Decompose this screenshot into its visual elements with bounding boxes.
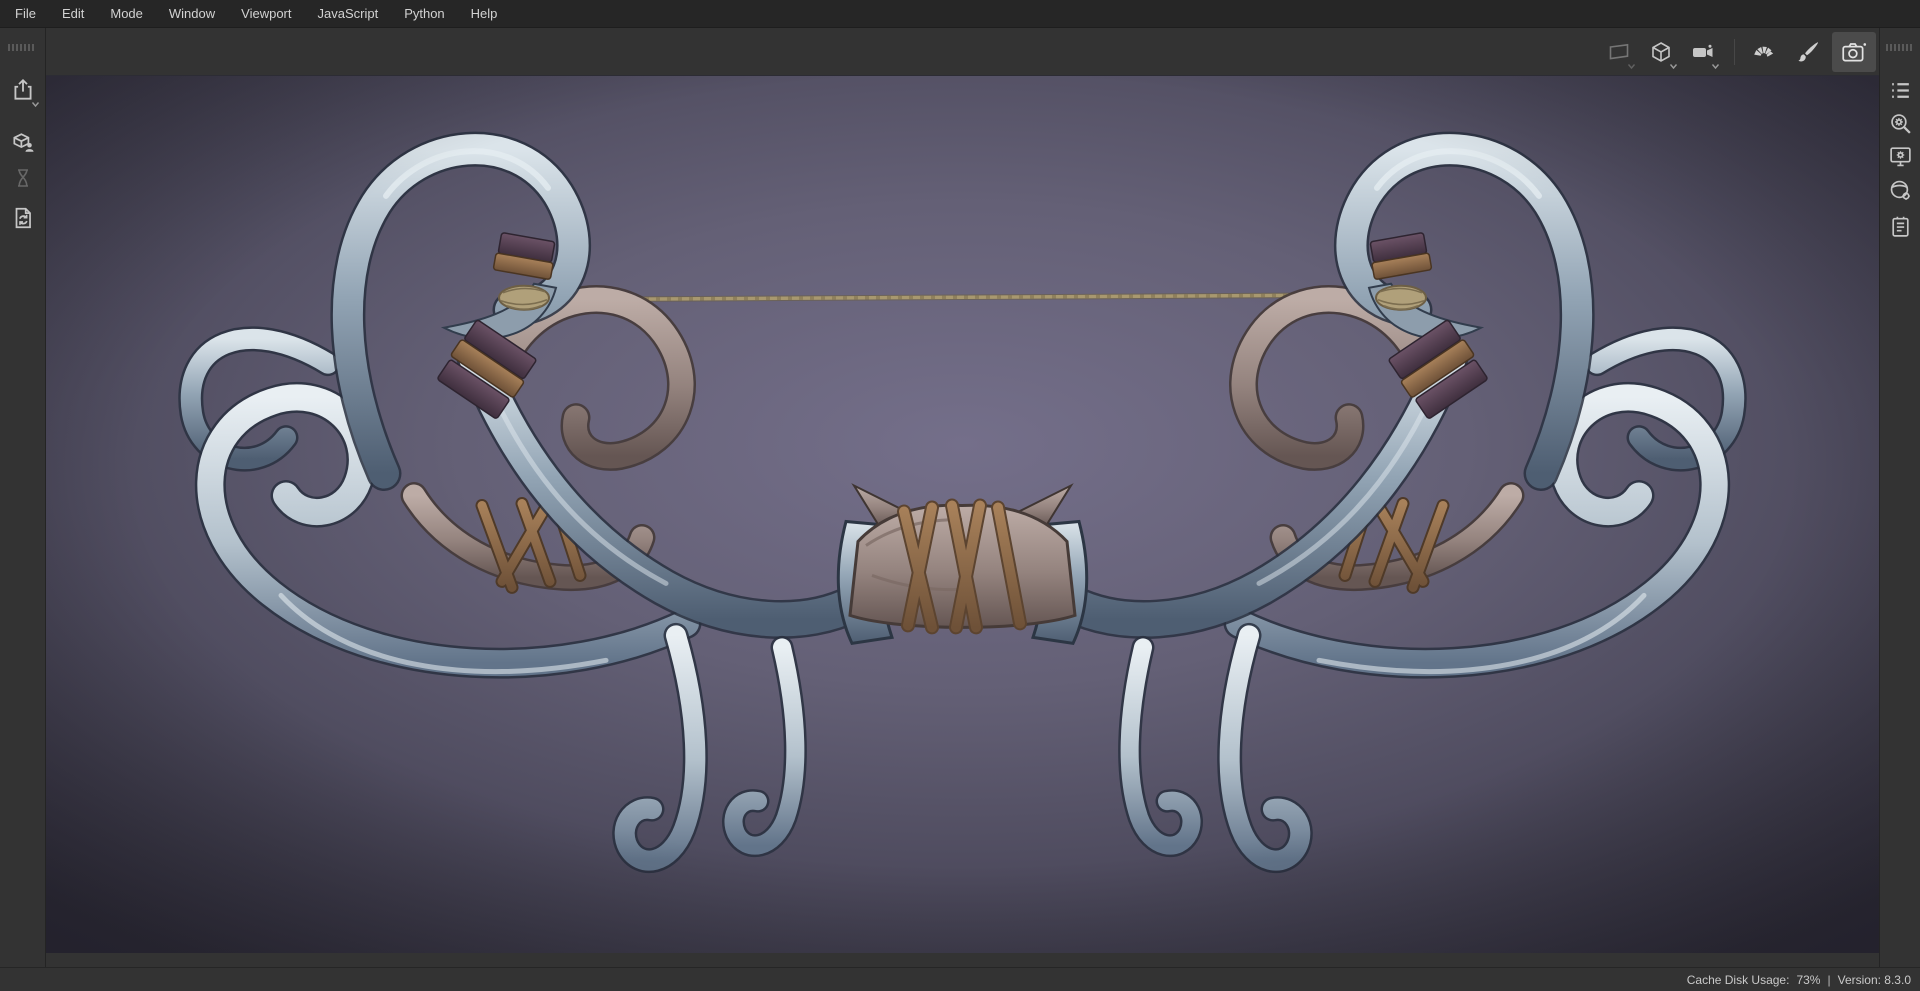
menu-python[interactable]: Python [391, 0, 457, 27]
painting-mode-button[interactable] [1790, 34, 1826, 70]
sphere-gear-icon [1888, 178, 1913, 203]
projection-plane-icon [1607, 40, 1631, 64]
monitor-gear-icon [1888, 144, 1913, 169]
status-separator: | [1827, 972, 1831, 987]
baking-mode-button[interactable] [1748, 34, 1784, 70]
document-refresh-icon [10, 205, 36, 231]
rendering-mode-button[interactable] [1832, 31, 1876, 72]
menu-edit[interactable]: Edit [49, 0, 97, 27]
top-toolbar-right-group [1601, 31, 1879, 72]
menu-file[interactable]: File [2, 0, 49, 27]
shader-settings-button[interactable] [1882, 172, 1918, 208]
status-bar: Cache Disk Usage: 73% | Version: 8.3.0 [0, 967, 1920, 991]
pending-operations-button[interactable] [5, 160, 41, 196]
display-settings-button[interactable] [1882, 138, 1918, 174]
camera-projection-button[interactable] [1601, 34, 1637, 70]
cube-icon [1649, 40, 1673, 64]
photo-camera-icon [1840, 39, 1868, 65]
notepad-log-icon [1888, 214, 1913, 239]
menu-help[interactable]: Help [458, 0, 511, 27]
log-button[interactable] [1882, 208, 1918, 244]
viewport-vignette [46, 76, 1879, 953]
export-textures-button[interactable] [5, 72, 41, 108]
chevron-down-icon [1669, 63, 1678, 70]
version-text: Version: 8.3.0 [1837, 972, 1911, 987]
viewport-3d[interactable] [46, 75, 1879, 953]
renderer-settings-button[interactable] [1882, 72, 1918, 108]
chevron-down-icon [31, 101, 40, 108]
menu-bar: File Edit Mode Window Viewport JavaScrip… [0, 0, 1920, 28]
top-toolbar [46, 28, 1879, 75]
camera-selector-button[interactable] [1685, 34, 1721, 70]
left-toolbar [0, 28, 46, 967]
export-icon [10, 77, 36, 103]
toolbar-grip-handle[interactable] [8, 44, 36, 51]
reload-resources-button[interactable] [5, 200, 41, 236]
video-camera-icon [1690, 40, 1716, 64]
brush-icon [1795, 39, 1821, 65]
publish-asset-button[interactable] [5, 124, 41, 160]
menu-window[interactable]: Window [156, 0, 228, 27]
menu-mode[interactable]: Mode [97, 0, 156, 27]
list-icon [1888, 78, 1913, 103]
menu-javascript[interactable]: JavaScript [304, 0, 391, 27]
dock-grip-handle[interactable] [1886, 44, 1914, 51]
right-dock [1879, 28, 1920, 967]
mesh-display-button[interactable] [1643, 34, 1679, 70]
cache-usage-value: 73% [1796, 972, 1821, 987]
croissant-bake-icon [1753, 39, 1779, 65]
asset-box-person-icon [10, 129, 36, 155]
magnifier-gear-icon [1888, 111, 1913, 136]
chevron-down-icon [1627, 63, 1636, 70]
viewport-scene [46, 76, 1879, 953]
cache-usage-label: Cache Disk Usage: [1686, 972, 1790, 987]
chevron-down-icon [1711, 63, 1720, 70]
toolbar-separator [1734, 38, 1735, 65]
viewer-settings-button[interactable] [1882, 105, 1918, 141]
hourglass-icon [11, 166, 35, 190]
menu-viewport[interactable]: Viewport [228, 0, 304, 27]
